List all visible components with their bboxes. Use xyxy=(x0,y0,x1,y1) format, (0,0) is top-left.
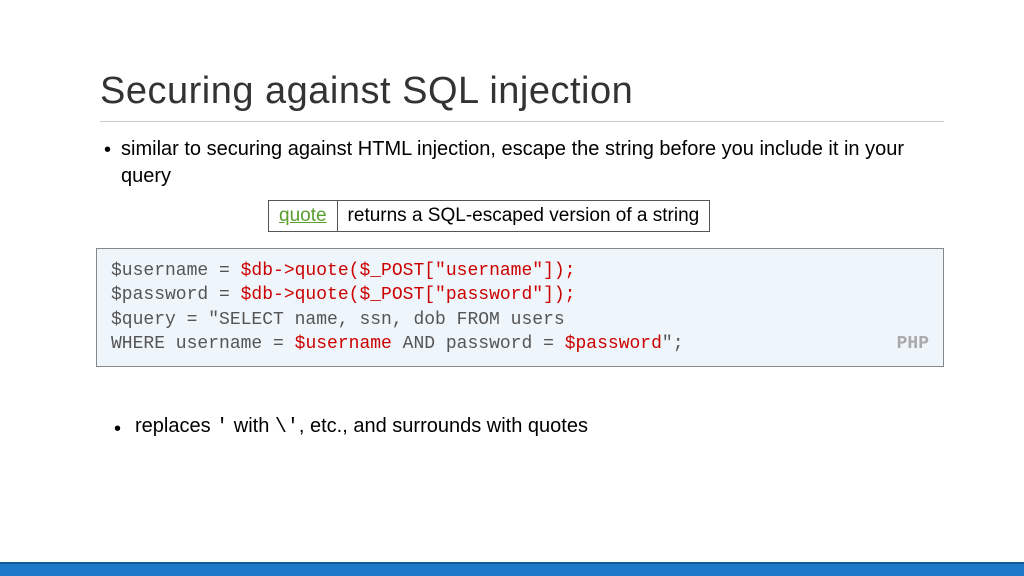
code-text: $db->quote($_POST["password"]); xyxy=(241,285,576,305)
slide: Securing against SQL injection • similar… xyxy=(0,0,1024,443)
bullet-text: similar to securing against HTML injecti… xyxy=(121,136,944,190)
func-name-cell: quote xyxy=(269,201,338,232)
text-fragment: with xyxy=(228,415,275,437)
slide-title: Securing against SQL injection xyxy=(100,70,944,113)
quote-link[interactable]: quote xyxy=(279,205,327,226)
code-text: $password = xyxy=(111,285,241,305)
footer-bar xyxy=(0,562,1024,576)
code-inline: ' xyxy=(216,416,228,439)
code-text: $password xyxy=(565,334,662,354)
table-row: quote returns a SQL-escaped version of a… xyxy=(269,201,710,232)
bullet-dot: • xyxy=(104,136,111,164)
code-text: AND password = xyxy=(392,334,565,354)
code-block: $username = $db->quote($_POST["username"… xyxy=(96,248,944,367)
bullet-item: • replaces ' with \', etc., and surround… xyxy=(110,415,944,443)
code-text: WHERE username = xyxy=(111,334,295,354)
text-fragment: , etc., and surrounds with quotes xyxy=(299,415,588,437)
code-lang-badge: PHP xyxy=(897,332,929,356)
function-table: quote returns a SQL-escaped version of a… xyxy=(268,200,710,232)
function-table-wrap: quote returns a SQL-escaped version of a… xyxy=(268,200,944,232)
code-inline: \' xyxy=(275,416,299,439)
code-text: $username = xyxy=(111,261,241,281)
bullet-dot: • xyxy=(114,415,121,443)
bullet-item: • similar to securing against HTML injec… xyxy=(100,136,944,190)
code-text: $query = "SELECT name, ssn, dob FROM use… xyxy=(111,310,565,330)
code-text: "; xyxy=(662,334,684,354)
code-text: $username xyxy=(295,334,392,354)
title-divider xyxy=(100,121,944,122)
code-text: $db->quote($_POST["username"]); xyxy=(241,261,576,281)
text-fragment: replaces xyxy=(135,415,216,437)
func-desc-cell: returns a SQL-escaped version of a strin… xyxy=(337,201,710,232)
bullet-text: replaces ' with \', etc., and surrounds … xyxy=(135,415,588,439)
